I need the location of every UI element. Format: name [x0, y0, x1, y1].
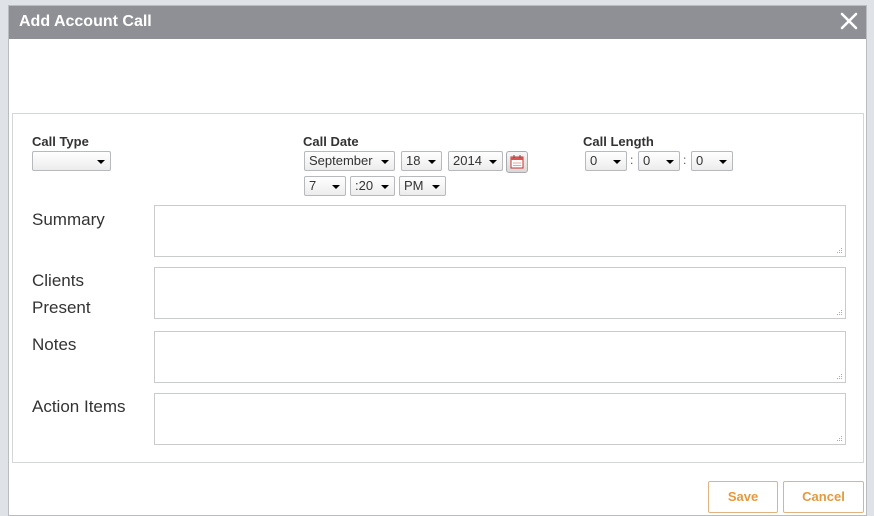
call-type-label: Call Type — [32, 134, 89, 149]
chevron-down-icon — [332, 185, 340, 189]
summary-label: Summary — [32, 210, 105, 229]
chevron-down-icon — [428, 160, 436, 164]
call-date-month-select[interactable]: September — [304, 151, 395, 171]
clients-present-label-line2: Present — [32, 298, 91, 317]
summary-textarea[interactable] — [154, 205, 846, 257]
resize-grip-icon[interactable] — [836, 247, 843, 254]
action-items-textarea[interactable] — [154, 393, 846, 445]
calendar-icon — [510, 155, 524, 169]
call-length-separator: : — [630, 153, 634, 167]
call-time-ampm-select[interactable]: PM — [399, 176, 446, 196]
call-length-label: Call Length — [583, 134, 654, 149]
dialog-titlebar: Add Account Call — [9, 6, 866, 39]
calendar-button[interactable] — [506, 151, 528, 173]
chevron-down-icon — [719, 160, 727, 164]
call-length-hours-value: 0 — [590, 153, 598, 168]
call-length-minutes-select[interactable]: 0 — [638, 151, 680, 171]
clients-present-label-line1: Clients — [32, 271, 84, 290]
add-account-call-dialog: Add Account Call Call Type Call Date Sep… — [8, 5, 867, 516]
close-icon[interactable] — [838, 10, 860, 32]
call-length-seconds-value: 0 — [696, 153, 704, 168]
notes-label: Notes — [32, 335, 77, 354]
call-length-separator: : — [683, 153, 687, 167]
call-time-hour-value: 7 — [309, 178, 317, 193]
dialog-title: Add Account Call — [19, 13, 152, 30]
call-time-minute-select[interactable]: :20 — [350, 176, 395, 196]
call-length-hours-select[interactable]: 0 — [585, 151, 627, 171]
call-date-day-value: 18 — [406, 153, 421, 168]
resize-grip-icon[interactable] — [836, 373, 843, 380]
chevron-down-icon — [613, 160, 621, 164]
call-date-month-value: September — [309, 153, 373, 168]
save-button[interactable]: Save — [708, 481, 778, 513]
call-form-panel: Call Type Call Date September 18 2014 7 … — [12, 113, 864, 463]
chevron-down-icon — [666, 160, 674, 164]
call-date-day-select[interactable]: 18 — [401, 151, 442, 171]
call-date-year-select[interactable]: 2014 — [448, 151, 503, 171]
resize-grip-icon[interactable] — [836, 435, 843, 442]
call-time-ampm-value: PM — [404, 178, 424, 193]
call-length-seconds-select[interactable]: 0 — [691, 151, 733, 171]
call-date-year-value: 2014 — [453, 153, 482, 168]
chevron-down-icon — [97, 160, 105, 164]
chevron-down-icon — [489, 160, 497, 164]
call-type-select[interactable] — [32, 151, 111, 171]
chevron-down-icon — [381, 160, 389, 164]
chevron-down-icon — [432, 185, 440, 189]
cancel-button[interactable]: Cancel — [783, 481, 864, 513]
call-length-minutes-value: 0 — [643, 153, 651, 168]
clients-present-textarea[interactable] — [154, 267, 846, 319]
resize-grip-icon[interactable] — [836, 309, 843, 316]
chevron-down-icon — [381, 185, 389, 189]
call-date-label: Call Date — [303, 134, 359, 149]
notes-textarea[interactable] — [154, 331, 846, 383]
call-time-hour-select[interactable]: 7 — [304, 176, 346, 196]
action-items-label: Action Items — [32, 397, 126, 416]
call-time-minute-value: :20 — [355, 178, 374, 193]
